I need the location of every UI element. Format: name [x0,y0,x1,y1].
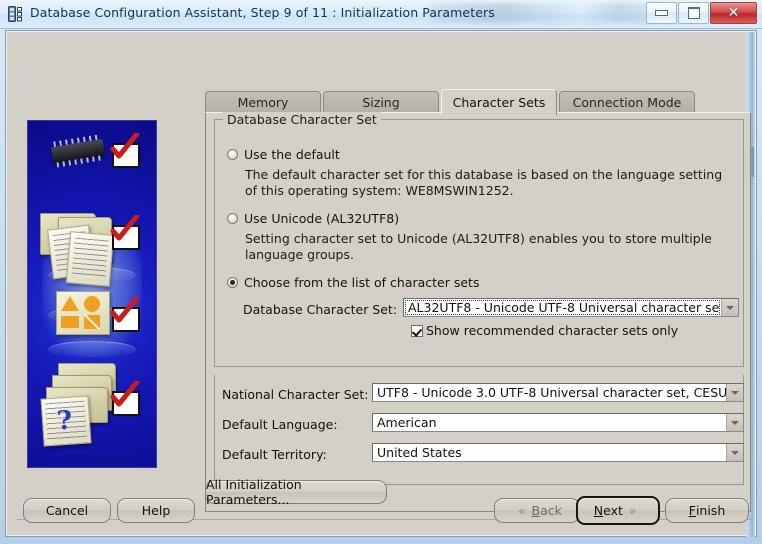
minimize-button[interactable] [646,2,677,24]
default-territory-value: United States [377,445,462,460]
back-button[interactable]: « Back [494,498,580,523]
show-recommended-label: Show recommended character sets only [426,323,679,338]
default-language-combo[interactable]: American [372,413,744,432]
minimize-icon [655,10,668,16]
title-bar[interactable]: Database Configuration Assistant, Step 9… [0,0,762,29]
document-page-2 [65,231,115,287]
show-recommended-checkbox[interactable]: Show recommended character sets only [411,323,678,338]
radio-label: Use the default [244,147,340,162]
rectangle-shape-icon [61,316,79,328]
default-territory-label: Default Territory: [222,447,327,462]
chevron-down-icon[interactable] [721,299,738,316]
step-checkbox-3 [112,307,140,332]
national-character-set-value: UTF8 - Unicode 3.0 UTF-8 Universal chara… [377,385,726,400]
use-unicode-description: Setting character set to Unicode (AL32UT… [245,231,712,262]
database-character-set-value: AL32UTF8 - Unicode UTF-8 Universal chara… [405,300,720,315]
document-text-lines [71,237,109,281]
window-root: Database Configuration Assistant, Step 9… [0,0,762,544]
default-language-label: Default Language: [222,417,338,432]
radio-indicator [227,277,238,288]
radio-label: Choose from the list of character sets [244,275,480,290]
triangle-shape-icon [61,296,79,311]
use-default-description: The default character set for this datab… [245,167,723,198]
national-character-set-combo[interactable]: UTF8 - Unicode 3.0 UTF-8 Universal chara… [372,383,744,402]
national-character-set-label: National Character Set: [222,387,369,402]
client-inner: ? Memory Sizing Character Sets Connectio… [6,31,756,537]
radio-label: Use Unicode (AL32UTF8) [244,211,400,226]
chevron-down-icon[interactable] [726,444,743,461]
question-mark-glyph: ? [55,405,74,437]
radio-indicator [227,213,238,224]
close-icon: ✕ [727,5,740,21]
circle-shape-icon [84,296,100,312]
database-character-set-group: Database Character Set Use the default T… [214,112,744,367]
all-initialization-parameters-button[interactable]: All Initialization Parameters... [205,477,387,507]
tab-character-sets[interactable]: Character Sets [441,89,557,115]
help-label: Help [141,503,171,518]
character-sets-panel: Database Character Set Use the default T… [205,112,751,512]
radio-choose-from-list[interactable]: Choose from the list of character sets [227,275,479,290]
chevron-double-left-icon: « [518,503,526,518]
finish-button[interactable]: Finish [665,498,749,523]
step-checkbox-1 [112,143,140,168]
chevron-down-icon[interactable] [726,384,743,401]
cancel-label: Cancel [45,503,89,518]
window-title: Database Configuration Assistant, Step 9… [30,5,495,20]
close-button[interactable]: ✕ [710,2,757,24]
tab-sizing[interactable]: Sizing [323,91,439,112]
tab-memory[interactable]: Memory [205,91,321,112]
finish-label: Finish [688,503,726,518]
cancel-button[interactable]: Cancel [23,498,111,523]
next-label: Next [593,503,623,518]
window-controls: ✕ [645,2,757,24]
chevron-down-icon[interactable] [726,414,743,431]
wizard-sidebar-illustration: ? [27,120,157,468]
group-legend: Database Character Set [223,112,381,127]
window-client-area: ? Memory Sizing Character Sets Connectio… [5,30,757,537]
next-button[interactable]: Next » [576,496,660,525]
database-character-set-combo[interactable]: AL32UTF8 - Unicode UTF-8 Universal chara… [403,298,739,317]
checkbox-indicator [411,324,423,337]
help-button[interactable]: Help [117,498,195,523]
object-types-icon [56,291,110,335]
maximize-icon [687,7,700,19]
radio-use-the-default[interactable]: Use the default [227,147,340,162]
radio-indicator [227,149,238,160]
default-territory-combo[interactable]: United States [372,443,744,462]
radio-use-unicode[interactable]: Use Unicode (AL32UTF8) [227,211,399,226]
help-document-icon: ? [40,395,92,447]
database-chip-icon [8,5,25,23]
maximize-button[interactable] [678,2,709,24]
step-checkbox-4 [112,391,140,416]
all-initialization-parameters-label: All Initialization Parameters... [206,477,302,507]
chevron-double-right-icon: » [628,503,637,518]
database-character-set-label: Database Character Set: [243,302,398,317]
step-checkbox-2 [112,225,140,250]
memory-chip-icon [51,139,105,163]
tab-connection-mode[interactable]: Connection Mode [559,91,695,112]
square-shape-icon [84,315,100,329]
default-language-value: American [377,415,437,430]
back-label: Back [531,503,562,518]
